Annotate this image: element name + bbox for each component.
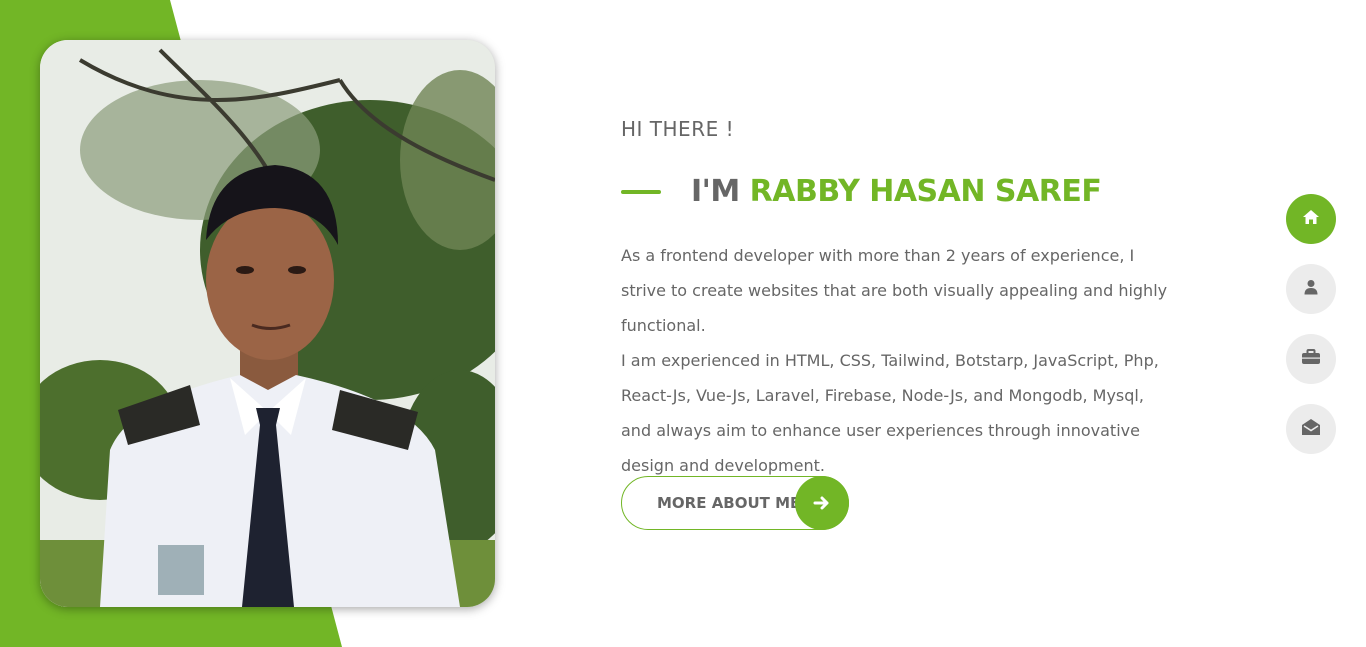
- more-about-me-label: MORE ABOUT ME: [657, 494, 801, 512]
- bio-paragraph-1: As a frontend developer with more than 2…: [621, 246, 1168, 335]
- greeting-text: HI THERE !: [621, 117, 735, 141]
- name-heading-row: I'M RABBY HASAN SAREF: [621, 174, 1102, 209]
- accent-line: [621, 189, 661, 194]
- nav-about-button[interactable]: [1286, 264, 1336, 314]
- side-navigation: [1286, 194, 1336, 474]
- bio-text: As a frontend developer with more than 2…: [621, 238, 1173, 483]
- user-icon: [1304, 279, 1318, 300]
- full-name: RABBY HASAN SAREF: [749, 174, 1102, 209]
- bio-paragraph-2: I am experienced in HTML, CSS, Tailwind,…: [621, 351, 1159, 475]
- profile-photo: [40, 40, 495, 607]
- name-heading: I'M RABBY HASAN SAREF: [691, 174, 1102, 209]
- nav-home-button[interactable]: [1286, 194, 1336, 244]
- nav-portfolio-button[interactable]: [1286, 334, 1336, 384]
- home-icon: [1302, 209, 1320, 230]
- arrow-right-icon: [795, 476, 849, 530]
- nav-contact-button[interactable]: [1286, 404, 1336, 454]
- briefcase-icon: [1301, 348, 1321, 370]
- envelope-open-icon: [1301, 418, 1321, 441]
- more-about-me-button[interactable]: MORE ABOUT ME: [621, 476, 849, 530]
- name-prefix: I'M: [691, 174, 740, 209]
